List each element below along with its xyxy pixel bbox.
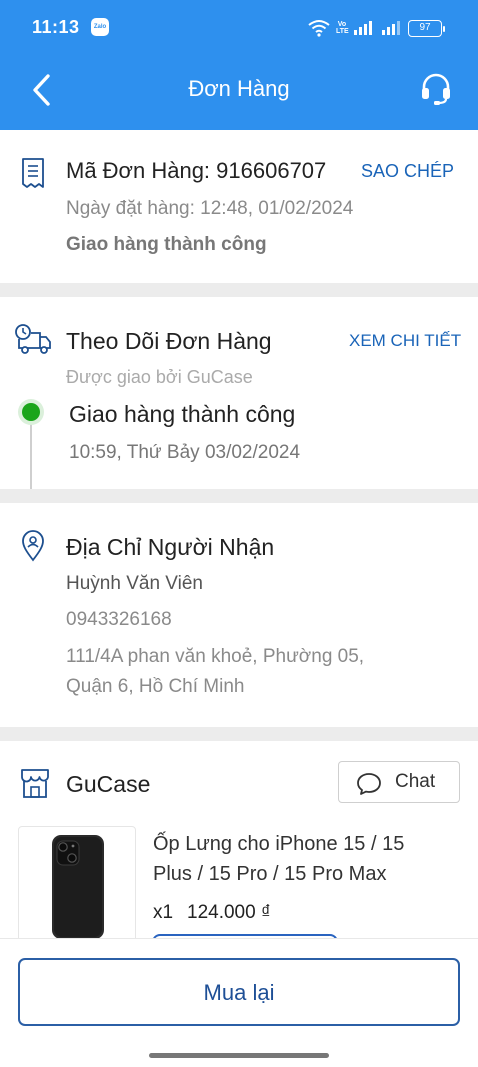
page-title: Đơn Hàng xyxy=(188,76,290,101)
status-indicators: Vo LTE 97 xyxy=(308,17,445,39)
chat-button[interactable]: Chat xyxy=(338,761,460,803)
copy-order-code-button[interactable]: SAO CHÉP xyxy=(361,161,454,182)
headset-icon[interactable] xyxy=(420,72,452,106)
location-pin-icon xyxy=(22,530,44,562)
store-icon xyxy=(21,769,49,798)
carrier-text: Được giao bởi GuCase xyxy=(66,367,253,387)
address-line-2: Quận 6, Hồ Chí Minh xyxy=(66,676,245,697)
chat-bubble-icon xyxy=(357,773,381,795)
signal-icon-2 xyxy=(382,21,400,35)
order-info-section: Mã Đơn Hàng: 916606707 SAO CHÉP Ngày đặt… xyxy=(0,130,478,283)
product-thumbnail[interactable] xyxy=(18,826,136,944)
section-divider xyxy=(0,283,478,297)
section-divider xyxy=(0,489,478,503)
receipt-icon xyxy=(22,158,44,188)
shop-name[interactable]: GuCase xyxy=(66,771,150,798)
signal-icon-1 xyxy=(354,21,372,35)
order-date: Ngày đặt hàng: 12:48, 01/02/2024 xyxy=(66,198,354,219)
tracking-event-status: Giao hàng thành công xyxy=(69,401,296,427)
home-indicator[interactable] xyxy=(149,1053,329,1058)
address-title: Địa Chỉ Người Nhận xyxy=(66,534,275,560)
app-bar: 11:13 Zalo Vo LTE 97 Đơn Hàng xyxy=(0,0,478,130)
recipient-name: Huỳnh Văn Viên xyxy=(66,573,203,594)
view-detail-link[interactable]: XEM CHI TIẾT xyxy=(349,331,461,351)
status-time: 11:13 xyxy=(32,17,80,37)
tracking-event-time: 10:59, Thứ Bảy 03/02/2024 xyxy=(69,442,301,463)
product-price: 124.000 ₫ xyxy=(187,902,271,923)
rebuy-button[interactable]: Mua lại xyxy=(18,958,460,1026)
order-status: Giao hàng thành công xyxy=(66,234,267,255)
battery-icon: 97 xyxy=(408,19,445,37)
tracking-title: Theo Dõi Đơn Hàng xyxy=(66,328,272,354)
zalo-notification-icon: Zalo xyxy=(91,18,109,36)
chat-button-label: Chat xyxy=(395,771,436,792)
address-line-1: 111/4A phan văn khoẻ, Phường 05, xyxy=(66,646,365,667)
rebuy-button-label: Mua lại xyxy=(203,980,275,1005)
header: Đơn Hàng xyxy=(0,56,478,130)
order-code: Mã Đơn Hàng: 916606707 xyxy=(66,158,327,183)
phone-case-image xyxy=(52,835,104,939)
timeline-dot-core xyxy=(22,403,40,421)
bottom-action-bar: Mua lại xyxy=(0,938,478,1067)
product-quantity: x1 xyxy=(153,902,174,923)
volte-icon: Vo LTE xyxy=(336,21,349,35)
recipient-phone: 0943326168 xyxy=(66,609,172,630)
delivery-truck-icon xyxy=(15,324,51,354)
product-name-line-1[interactable]: Ốp Lưng cho iPhone 15 / 15 xyxy=(153,833,404,856)
wifi-icon xyxy=(308,20,330,37)
address-section: Địa Chỉ Người Nhận Huỳnh Văn Viên 094332… xyxy=(0,503,478,727)
product-name-line-2[interactable]: Plus / 15 Pro / 15 Pro Max xyxy=(153,863,386,886)
section-divider xyxy=(0,727,478,741)
tracking-section: Theo Dõi Đơn Hàng XEM CHI TIẾT Được giao… xyxy=(0,297,478,489)
status-bar: 11:13 Zalo Vo LTE 97 xyxy=(0,0,478,56)
